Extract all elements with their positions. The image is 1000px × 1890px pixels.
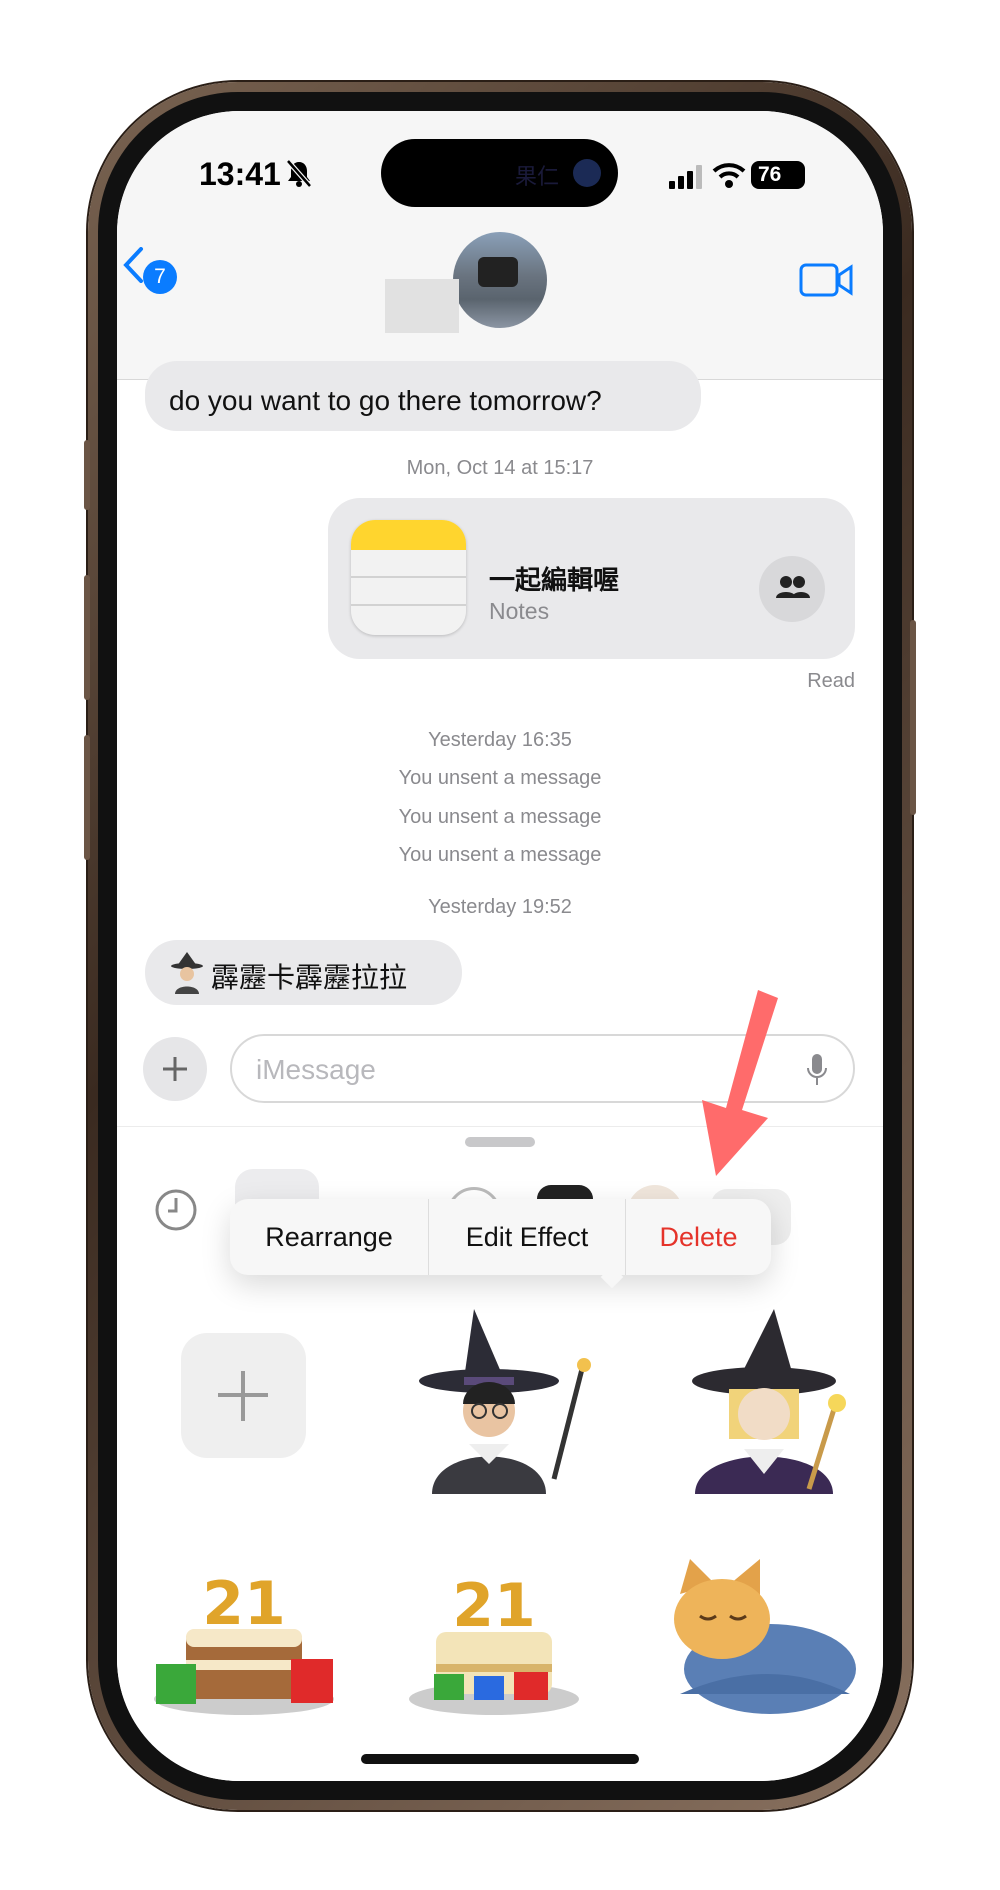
- rearrange-menu-item[interactable]: Rearrange: [230, 1199, 428, 1275]
- message-text: do you want to go there tomorrow?: [169, 385, 602, 416]
- annotation-arrow: [702, 990, 778, 1176]
- drawer-grabber[interactable]: [465, 1137, 535, 1147]
- svg-text:21: 21: [202, 1569, 286, 1639]
- incoming-sticker-message[interactable]: 霹靂卡霹靂拉拉: [145, 940, 462, 1005]
- message-text: 霹靂卡霹靂拉拉: [211, 962, 408, 993]
- island-contact-icon: [573, 159, 601, 187]
- battery-indicator: 76: [751, 161, 805, 189]
- plus-icon: [163, 1057, 187, 1081]
- contact-avatar[interactable]: [453, 232, 547, 328]
- volume-up-button: [84, 575, 90, 700]
- plus-icon: [218, 1371, 268, 1421]
- wizard-boy-sticker[interactable]: [404, 1299, 599, 1494]
- notes-title: 一起編輯喔: [489, 565, 620, 595]
- facetime-video-icon[interactable]: [799, 263, 855, 297]
- island-label: 果仁: [515, 164, 560, 189]
- edit-effect-menu-item[interactable]: Edit Effect: [429, 1199, 625, 1275]
- recents-clock-icon[interactable]: [153, 1187, 199, 1233]
- microphone-icon[interactable]: [806, 1052, 828, 1088]
- notes-share-card[interactable]: 一起編輯喔 Notes: [328, 498, 855, 659]
- timestamp: Mon, Oct 14 at 15:17: [406, 457, 594, 479]
- wizard-memoji-icon: [171, 952, 203, 994]
- wifi-icon: [712, 163, 746, 188]
- unsent-notice: You unsent a message: [398, 767, 602, 789]
- notes-app-icon: [351, 520, 466, 635]
- back-badge[interactable]: 7: [143, 260, 177, 294]
- wizard-girl-sticker[interactable]: [669, 1299, 864, 1494]
- people-icon: [776, 576, 810, 598]
- power-button: [910, 620, 916, 815]
- dynamic-island: 果仁: [381, 139, 618, 207]
- collaborate-button[interactable]: [759, 556, 825, 622]
- battery-level: 76: [758, 163, 782, 186]
- sleeping-cat-sticker[interactable]: [660, 1554, 856, 1717]
- home-indicator[interactable]: [361, 1754, 639, 1764]
- unsent-notice: You unsent a message: [398, 844, 602, 866]
- action-button: [84, 440, 90, 510]
- birthday-cake-sticker[interactable]: 21: [151, 1554, 337, 1717]
- svg-text:21: 21: [452, 1571, 536, 1641]
- timestamp: Yesterday 19:52: [428, 896, 572, 918]
- notes-subtitle: Notes: [489, 598, 550, 624]
- delete-menu-item[interactable]: Delete: [626, 1199, 771, 1275]
- apps-plus-button[interactable]: [143, 1037, 207, 1101]
- context-menu: Rearrange Edit Effect Delete: [230, 1199, 771, 1289]
- silent-bell-icon: [286, 159, 312, 188]
- screen: 13:41 果仁 76 7 do you want to go there to…: [117, 111, 883, 1781]
- add-sticker-button[interactable]: [181, 1333, 306, 1458]
- read-receipt: Read: [807, 670, 855, 692]
- contact-name-redacted[interactable]: [385, 279, 459, 333]
- back-chevron-icon[interactable]: [121, 247, 145, 283]
- birthday-cake-sticker-2[interactable]: 21: [404, 1554, 584, 1717]
- timestamp: Yesterday 16:35: [428, 729, 572, 751]
- input-placeholder: iMessage: [256, 1054, 376, 1085]
- incoming-message-bubble[interactable]: do you want to go there tomorrow?: [145, 361, 701, 431]
- cellular-signal-icon: [669, 165, 702, 189]
- unsent-notice: You unsent a message: [398, 806, 602, 828]
- status-time: 13:41: [199, 156, 281, 192]
- volume-down-button: [84, 735, 90, 860]
